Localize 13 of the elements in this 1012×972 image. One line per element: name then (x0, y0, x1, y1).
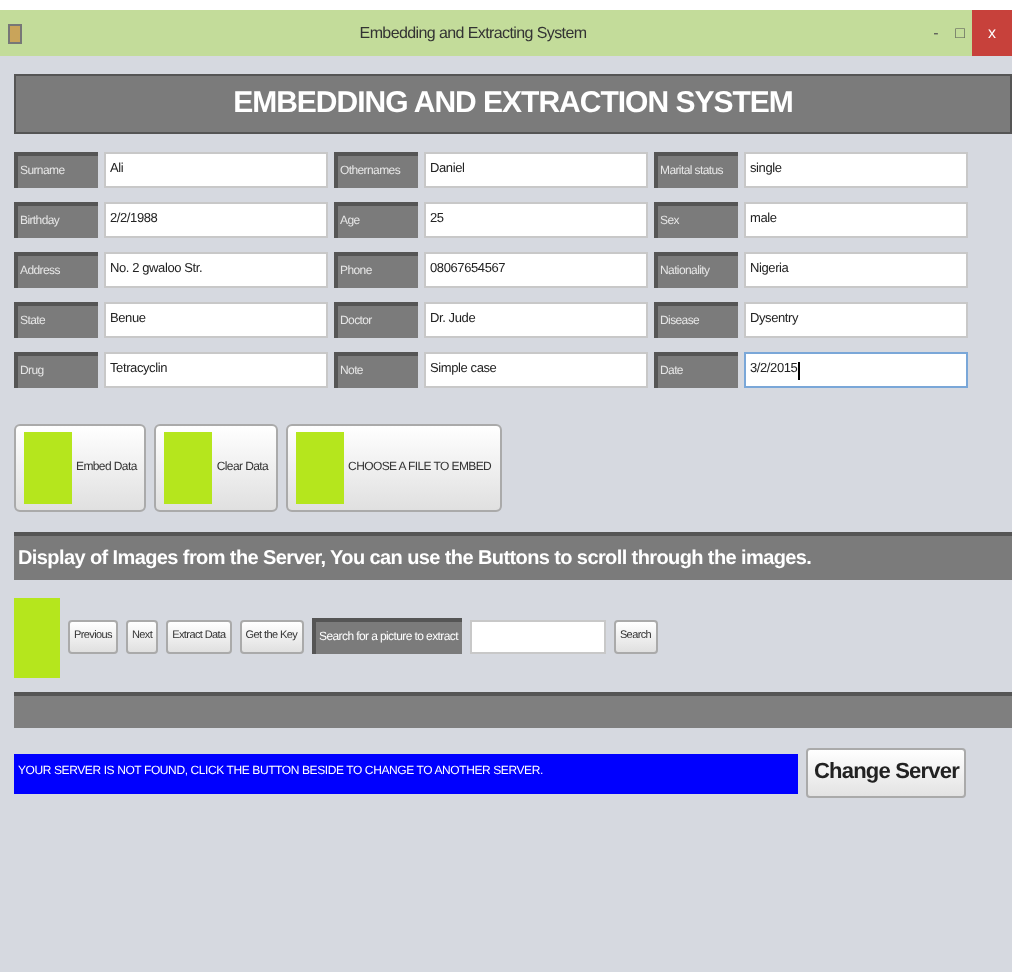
minimize-button[interactable]: - (924, 10, 948, 56)
app-icon (8, 23, 22, 43)
change-server-button[interactable]: Change Server (806, 748, 967, 798)
window-title: Embedding and Extracting System (357, 21, 589, 45)
search-field[interactable] (469, 619, 606, 653)
maximize-button[interactable]: □ (948, 10, 972, 56)
image-thumbnail (296, 432, 345, 504)
header-bar: EMBEDDING AND EXTRACTION SYSTEM (14, 74, 1012, 134)
image-thumbnail (24, 432, 72, 504)
image-thumbnail (14, 598, 60, 678)
info-banner: Display of Images from the Server, You can use the Buttons to scroll through the images. (14, 532, 1012, 580)
close-button[interactable]: x (972, 10, 1012, 56)
image-thumbnail (164, 432, 213, 504)
